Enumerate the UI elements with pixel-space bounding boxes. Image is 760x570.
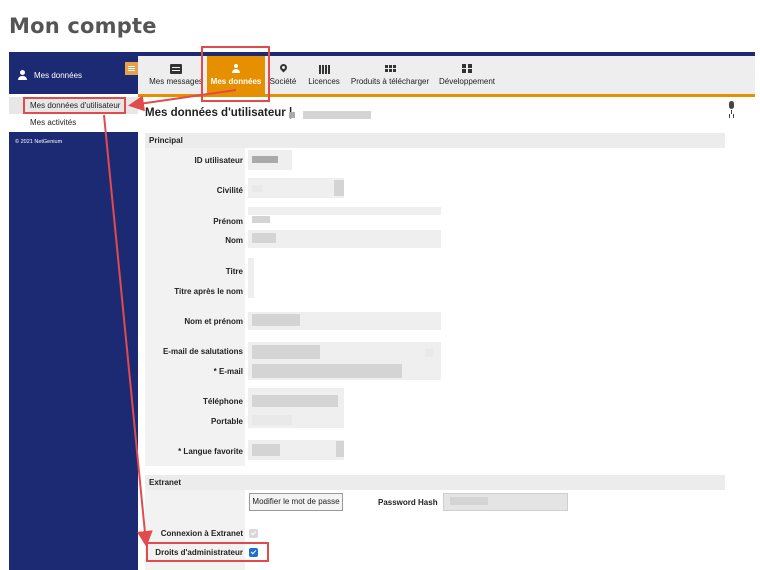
redacted-value [334,180,344,196]
label-nom: Nom [225,236,243,245]
tab-label: Mes messages [149,77,203,86]
label-langue-favorite: * Langue favorite [178,447,243,456]
redacted-value [336,441,344,457]
microphone-icon[interactable] [727,101,736,115]
content-title: Mes données d'utilisateur | [145,107,293,119]
label-nom-et-prenom: Nom et prénom [184,317,243,326]
label-email: * E-mail [213,367,243,376]
sidebar: Mes données Mes données d'utilisateur Me… [9,56,138,570]
tab-label: Produits à télécharger [350,77,430,86]
tab-mes-messages[interactable]: Mes messages [149,56,203,94]
redacted-value [252,185,262,192]
sidebar-header[interactable]: Mes données [9,56,138,94]
map-pin-icon [277,64,289,74]
redacted-value [252,364,402,378]
sidebar-item-mes-activites[interactable]: Mes activités [9,114,138,131]
label-prenom: Prénom [213,217,243,226]
redacted-value [252,216,270,223]
redacted-value [252,314,300,326]
redacted-value [252,233,276,243]
menu-toggle-icon[interactable] [125,62,138,75]
annotation-highlight-tab [201,46,270,102]
redacted-value [252,345,320,359]
field-bg [248,178,344,198]
redacted-value [252,395,338,407]
redacted-value [252,444,280,456]
grid-icon [384,64,396,74]
sidebar-header-label: Mes données [34,70,83,80]
tab-label: Développement [438,77,496,86]
label-civilite: Civilité [216,186,243,195]
tab-label: Société [269,77,297,86]
field-bg [248,230,441,248]
redacted-value [425,349,433,357]
redacted-value [450,497,488,505]
redacted-name [289,112,295,118]
license-bars-icon [318,64,330,74]
field-bg [248,207,441,215]
tab-produits-a-telecharger[interactable]: Produits à télécharger [350,56,430,94]
annotation-highlight-sidebar-item [23,97,126,114]
section-principal: Principal [145,133,725,148]
tab-label: Licences [308,77,340,86]
screenshot-stage: { "page": { "heading": "Mon compte" }, "… [0,0,760,570]
copyright-text: © 2021 NetGenium [15,139,63,145]
redacted-value [252,415,292,425]
blocks-icon [461,64,473,74]
connexion-extranet-checkbox [249,529,258,538]
tab-licences[interactable]: Licences [306,56,342,94]
label-portable: Portable [210,417,243,426]
label-connexion-extranet: Connexion à Extranet [160,529,243,538]
tab-societe[interactable]: Société [268,56,298,94]
label-password-hash: Password Hash [378,498,438,507]
label-id-utilisateur: ID utilisateur [194,156,243,165]
page-title: Mon compte [9,14,157,38]
field-bg [248,258,254,298]
label-titre: Titre [225,267,243,276]
message-icon [170,64,182,74]
annotation-highlight-admin-rights [146,542,269,562]
change-password-button[interactable]: Modifier le mot de passe [249,493,343,511]
user-icon [17,69,28,81]
redacted-name [303,111,371,119]
redacted-value [252,156,278,163]
label-telephone: Téléphone [202,397,243,406]
tab-developpement[interactable]: Développement [438,56,496,94]
label-titre-apres-nom: Titre après le nom [174,287,243,296]
section-extranet: Extranet [145,475,725,490]
label-email-salutations: E-mail de salutations [162,347,243,356]
